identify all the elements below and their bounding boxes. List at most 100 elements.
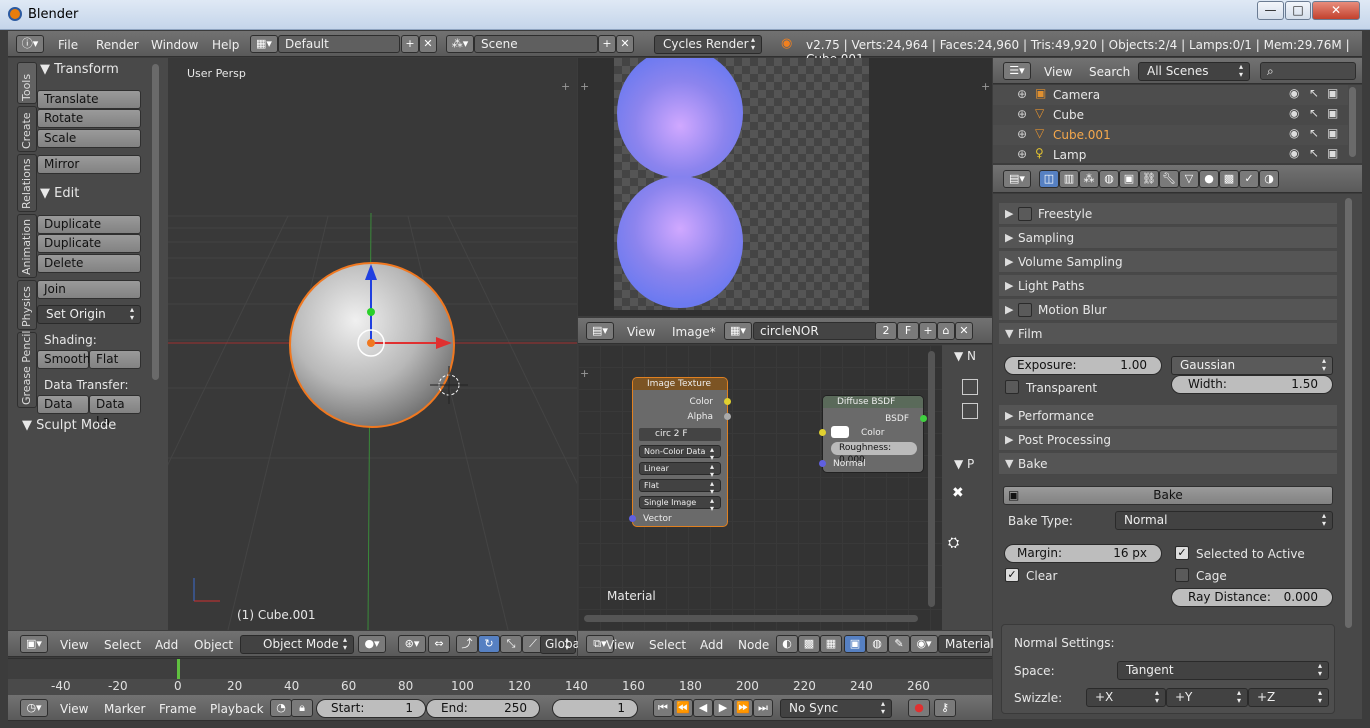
outliner-scrollbar[interactable] — [1349, 87, 1356, 157]
particles-tab-icon[interactable]: ✓ — [1239, 170, 1259, 188]
mirror-button[interactable]: Mirror — [37, 155, 141, 174]
node-image-field[interactable]: circ 2 F — [639, 428, 721, 441]
outliner-row-cube[interactable]: ⊕ ▽ Cube ◉ ↖ ▣ — [993, 105, 1348, 125]
node-vscrollbar[interactable] — [928, 351, 935, 607]
panel-freestyle[interactable]: ▶ Freestyle — [999, 203, 1337, 225]
filter-width-field[interactable]: Width: 1.50 — [1171, 375, 1333, 394]
viewport-plus-icon[interactable]: + — [561, 80, 570, 93]
layout-remove-icon[interactable]: ✕ — [419, 35, 437, 53]
select-icon[interactable]: ↖ — [1309, 106, 1319, 120]
end-frame-field[interactable]: End: 250 — [426, 699, 540, 718]
image-fake-user[interactable]: F — [897, 322, 919, 340]
node-editor-plus-icon[interactable]: + — [580, 367, 589, 380]
mode-select[interactable]: Object Mode — [240, 635, 354, 654]
panel-film[interactable]: ▼ Film — [999, 323, 1337, 345]
outliner-scope-select[interactable]: All Scenes — [1138, 62, 1250, 81]
node-p-panel[interactable]: ▼ P — [954, 457, 974, 471]
node-menu-view[interactable]: View — [606, 638, 634, 652]
normal-space-select[interactable]: Tangent — [1117, 661, 1329, 680]
timeline-menu-view[interactable]: View — [60, 702, 88, 716]
timeline-type-icon[interactable]: ◷▾ — [20, 699, 48, 717]
prev-keyframe-icon[interactable]: ⏪ — [673, 699, 693, 717]
material-field[interactable]: Material — [938, 635, 994, 653]
panel-motion-blur[interactable]: ▶ Motion Blur — [999, 299, 1337, 321]
render-engine-select[interactable]: Cycles Render — [654, 35, 762, 54]
visibility-icon[interactable]: ◉ — [1289, 106, 1299, 120]
motion-blur-checkbox[interactable] — [1018, 303, 1032, 317]
ray-distance-field[interactable]: Ray Distance: 0.000 — [1171, 588, 1333, 607]
properties-type-icon[interactable]: ▤▾ — [1003, 170, 1031, 188]
shader-nodes-icon[interactable]: ◐ — [776, 635, 798, 653]
viewport-editor-icon[interactable]: ▣▾ — [20, 635, 48, 653]
viewport-menu-add[interactable]: Add — [155, 638, 178, 652]
exposure-field[interactable]: Exposure: 1.00 — [1004, 356, 1162, 375]
smooth-button[interactable]: Smooth — [37, 350, 90, 369]
outliner-menu-search[interactable]: Search — [1089, 65, 1130, 79]
texture-tab-icon[interactable]: ▩ — [1219, 170, 1239, 188]
node-hscrollbar[interactable] — [584, 615, 918, 622]
layout-icon[interactable]: ▦▾ — [250, 35, 278, 53]
node-extension-select[interactable]: Single Image — [639, 496, 721, 513]
outliner-row-cube001[interactable]: ⊕ ▽ Cube.001 ◉ ↖ ▣ — [993, 125, 1348, 145]
node-side-icon-2[interactable] — [962, 403, 978, 419]
outliner-menu-view[interactable]: View — [1044, 65, 1072, 79]
tab-grease-pencil[interactable]: Grease Pencil — [17, 331, 37, 408]
shading-mode-icon[interactable]: ●▾ — [358, 635, 386, 653]
image-editor-plus-icon-2[interactable]: + — [981, 80, 990, 93]
maximize-button[interactable]: □ — [1285, 1, 1311, 20]
tab-create[interactable]: Create — [17, 106, 37, 152]
timeline-menu-playback[interactable]: Playback — [210, 702, 264, 716]
swizzle-x-select[interactable]: +X — [1086, 688, 1166, 707]
layout-add-icon[interactable]: + — [401, 35, 419, 53]
swizzle-y-select[interactable]: +Y — [1166, 688, 1248, 707]
physics-tab-icon[interactable]: ◑ — [1259, 170, 1279, 188]
scene-icon[interactable]: ⁂▾ — [446, 35, 474, 53]
select-icon[interactable]: ↖ — [1309, 86, 1319, 100]
panel-post-processing[interactable]: ▶ Post Processing — [999, 429, 1337, 451]
manipulator-icon[interactable]: ⇔ — [428, 635, 450, 653]
duplicate-button[interactable]: Duplicate — [37, 215, 141, 234]
render-icon[interactable]: ▣ — [1327, 146, 1338, 160]
tab-physics[interactable]: Physics — [17, 280, 37, 330]
image-editor-type-icon[interactable]: ▤▾ — [586, 322, 614, 340]
image-editor[interactable]: + + — [578, 58, 992, 316]
node-editor[interactable]: Image Texture Color Alpha circ 2 F Non-C… — [578, 345, 942, 630]
close-button[interactable]: ✕ — [1312, 1, 1360, 20]
scene-remove-icon[interactable]: ✕ — [616, 35, 634, 53]
preview-range-icon[interactable]: ◔ — [270, 699, 292, 717]
visibility-icon[interactable]: ◉ — [1289, 86, 1299, 100]
jump-start-icon[interactable]: ⏮ — [653, 699, 673, 717]
play-reverse-icon[interactable]: ◀ — [693, 699, 713, 717]
node-menu-select[interactable]: Select — [649, 638, 686, 652]
flat-button[interactable]: Flat — [89, 350, 141, 369]
transform-gizmo[interactable] — [168, 58, 577, 630]
clear-checkbox[interactable]: ✓ — [1005, 568, 1019, 582]
image-unlink-icon[interactable]: ✕ — [955, 322, 973, 340]
lock-icon[interactable]: 🔒︎ — [291, 699, 313, 717]
menu-render[interactable]: Render — [96, 38, 139, 52]
node-link-icon[interactable]: ⛭ — [948, 535, 959, 551]
outliner-row-camera[interactable]: ⊕ ▣ Camera ◉ ↖ ▣ — [993, 85, 1348, 105]
node-colorspace-select[interactable]: Non-Color Data — [639, 445, 721, 462]
viewport-menu-object[interactable]: Object — [194, 638, 233, 652]
duplicate-linked-button[interactable]: Duplicate Linked — [37, 234, 141, 267]
transparent-checkbox[interactable] — [1005, 380, 1019, 394]
delete-button[interactable]: Delete — [37, 254, 141, 273]
panel-light-paths[interactable]: ▶ Light Paths — [999, 275, 1337, 297]
constraints-tab-icon[interactable]: ⛓ — [1139, 170, 1159, 188]
panel-volume-sampling[interactable]: ▶ Volume Sampling — [999, 251, 1337, 273]
margin-field[interactable]: Margin: 16 px — [1004, 544, 1162, 563]
pivot-icon[interactable]: ⊛▾ — [398, 635, 426, 653]
vector-socket[interactable] — [629, 515, 636, 522]
swizzle-z-select[interactable]: +Z — [1248, 688, 1329, 707]
outliner-search-input[interactable]: ⌕ — [1260, 62, 1356, 80]
roughness-field[interactable]: Roughness: 0.000 — [831, 442, 917, 465]
toolshelf-scrollbar[interactable] — [152, 64, 159, 380]
color-socket[interactable] — [724, 398, 731, 405]
outliner-type-icon[interactable]: ☰▾ — [1003, 62, 1031, 80]
sync-mode-select[interactable]: No Sync — [780, 699, 892, 718]
diffuse-bsdf-node[interactable]: Diffuse BSDF BSDF Color Roughness: 0.000… — [819, 395, 927, 473]
image-name-field[interactable]: circleNOR — [753, 322, 877, 340]
tab-animation[interactable]: Animation — [17, 214, 37, 278]
modifiers-tab-icon[interactable]: 🔧︎ — [1159, 170, 1179, 188]
